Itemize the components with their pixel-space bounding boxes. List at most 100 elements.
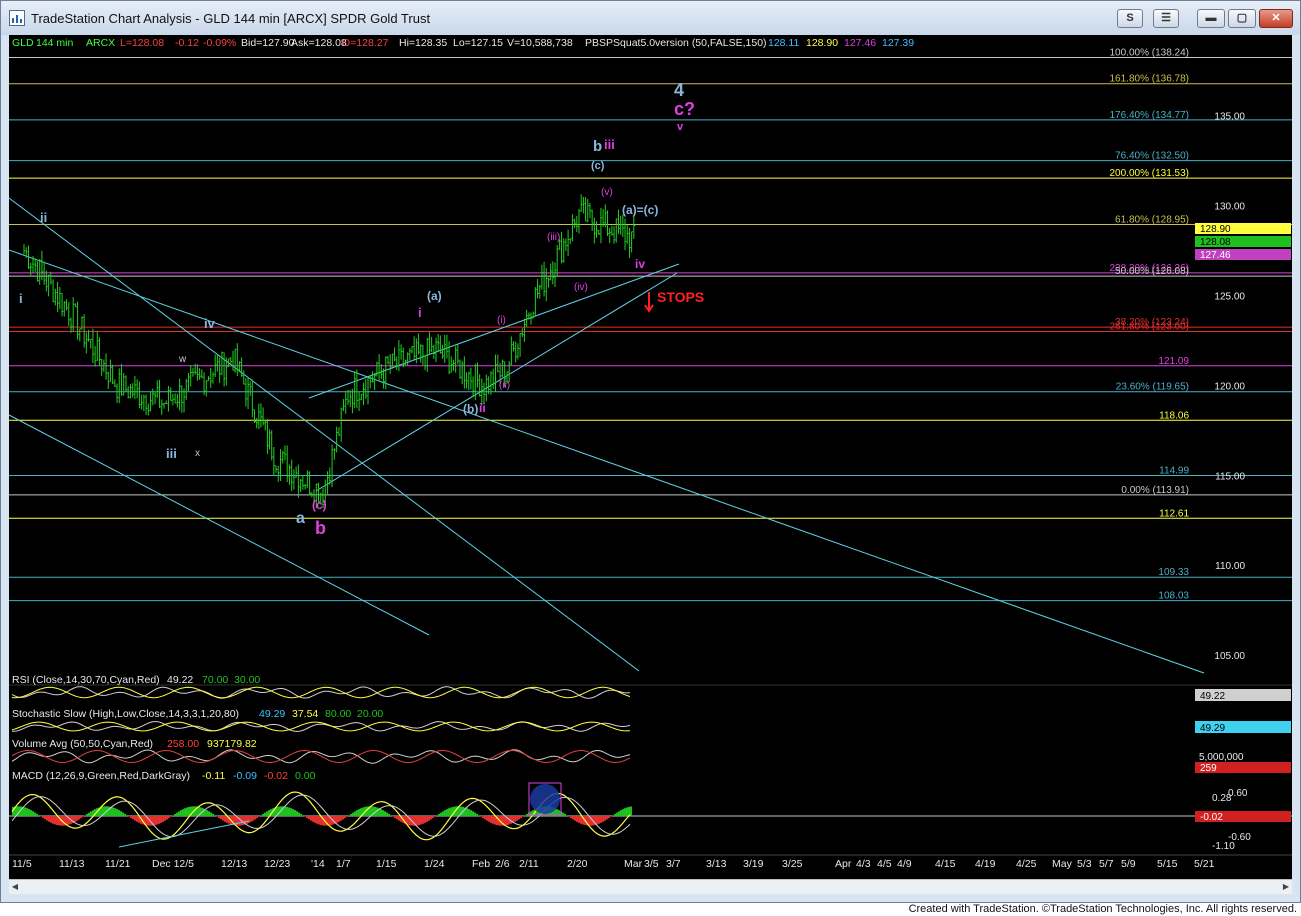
- date-label: 4/15: [935, 858, 956, 870]
- maximize-button[interactable]: ▢: [1228, 9, 1256, 28]
- date-label: 3/5: [644, 858, 659, 870]
- quote-change: -0.12: [175, 37, 199, 49]
- fib-line-label: 176.40% (134.77): [1109, 110, 1189, 121]
- macd-histogram-bar: [300, 813, 302, 816]
- date-label: 3/13: [706, 858, 727, 870]
- quote-change-pct: -0.09%: [203, 37, 236, 49]
- macd-histogram-bar: [162, 816, 164, 822]
- macd-histogram-bar: [258, 816, 260, 817]
- wave-label-x: x: [195, 448, 200, 459]
- fib-line-label: 112.61: [1159, 508, 1189, 519]
- price-axis-label: 120.00: [1214, 381, 1245, 392]
- macd-histogram-bar: [442, 811, 444, 816]
- macd-histogram-bar: [428, 816, 430, 821]
- macd-histogram-bar: [478, 815, 480, 816]
- macd-histogram-bar: [430, 816, 432, 820]
- macd-histogram-bar: [612, 815, 614, 816]
- date-label: 5/9: [1121, 858, 1136, 870]
- macd-histogram-bar: [436, 815, 438, 816]
- macd-histogram-bar: [574, 816, 576, 821]
- scroll-left-icon[interactable]: ◀: [9, 881, 21, 892]
- macd-histogram-bar: [618, 811, 620, 816]
- macd-histogram-bar: [606, 816, 608, 820]
- quote-last: L=128.08: [120, 37, 164, 49]
- fib-line-label: 161.80% (136.78): [1109, 74, 1189, 85]
- macd-histogram-bar: [246, 816, 248, 824]
- macd-histogram-bar: [524, 815, 526, 816]
- macd-histogram-bar: [622, 809, 624, 816]
- macd-histogram-bar: [474, 812, 476, 816]
- macd-histogram-bar: [292, 809, 294, 816]
- fib-line-label: 50.00% (126.08): [1115, 266, 1189, 277]
- stoch-low: 20.00: [357, 708, 383, 720]
- macd-histogram-bar: [242, 816, 244, 826]
- price-axis-label: 105.00: [1214, 651, 1245, 662]
- macd-histogram-bar: [90, 811, 92, 816]
- macd-histogram-bar: [134, 816, 136, 821]
- macd-histogram-bar: [394, 816, 396, 819]
- macd-histogram-bar: [350, 813, 352, 816]
- macd-histogram-bar: [130, 816, 132, 818]
- stoch-label: Stochastic Slow (High,Low,Close,14,3,3,1…: [12, 708, 239, 720]
- macd-histogram-bar: [260, 815, 262, 816]
- macd-value-1: -0.11: [202, 770, 225, 782]
- macd-histogram-bar: [216, 816, 218, 817]
- macd-histogram-bar: [578, 816, 580, 823]
- macd-histogram-bar: [566, 815, 568, 816]
- macd-histogram-bar: [338, 816, 340, 822]
- macd-histogram-bar: [168, 816, 170, 819]
- symbol-link-button[interactable]: S: [1117, 9, 1143, 28]
- macd-value-2: -0.09: [233, 770, 257, 782]
- macd-histogram-bar: [262, 814, 264, 816]
- wave-label-b: b: [593, 138, 602, 155]
- fib-line-label: 200.00% (131.53): [1109, 168, 1189, 179]
- macd-histogram-bar: [254, 816, 256, 820]
- date-label: 1/15: [376, 858, 397, 870]
- macd-histogram-bar: [480, 816, 482, 817]
- horizontal-scrollbar[interactable]: ◀ ▶: [9, 879, 1292, 894]
- macd-histogram-bar: [250, 816, 252, 822]
- scroll-right-icon[interactable]: ▶: [1280, 881, 1292, 892]
- price-chart-svg[interactable]: GLD 144 min ARCX L=128.08 -0.12 -0.09% B…: [8, 35, 1292, 879]
- stoch-value-2: 37.54: [292, 708, 318, 720]
- fib-line-label: 118.06: [1159, 410, 1189, 421]
- macd-histogram-bar: [352, 812, 354, 816]
- macd-axis-028: 0.28: [1212, 793, 1232, 804]
- macd-histogram-bar: [200, 807, 202, 816]
- macd-histogram-bar: [310, 816, 312, 821]
- macd-histogram-bar: [56, 816, 58, 826]
- macd-histogram-bar: [132, 816, 134, 820]
- volume-value-2: 937179.82: [207, 738, 257, 750]
- wave-label-a-paren: (a): [427, 289, 442, 303]
- date-label: 11/13: [59, 858, 85, 870]
- macd-histogram-bar: [82, 816, 84, 817]
- macd-histogram-bar: [520, 816, 522, 819]
- wave-label-c-paren: (c): [591, 160, 605, 172]
- close-button[interactable]: ✕: [1259, 9, 1293, 28]
- macd-histogram-bar: [44, 816, 46, 820]
- macd-histogram-bar: [278, 806, 280, 816]
- macd-histogram-bar: [212, 813, 214, 816]
- macd-histogram-bar: [340, 816, 342, 821]
- date-label: 2/6: [495, 858, 510, 870]
- macd-histogram-bar: [312, 816, 314, 822]
- macd-histogram-bar: [526, 813, 528, 816]
- date-label: Mar: [624, 858, 643, 870]
- tools-menu-button[interactable]: ☰: [1153, 9, 1179, 28]
- quote-indicator: PBSPSquat5.0version (50,FALSE,150): [585, 37, 767, 49]
- wave-label-v: v: [677, 121, 684, 133]
- quote-high: Hi=128.35: [399, 37, 447, 49]
- macd-histogram-bar: [514, 816, 516, 822]
- macd-histogram-bar: [358, 809, 360, 816]
- macd-histogram-bar: [308, 816, 310, 820]
- quote-symbol: GLD: [12, 37, 34, 49]
- macd-histogram-bar: [120, 811, 122, 816]
- macd-histogram-bar: [516, 816, 518, 821]
- macd-histogram-bar: [624, 808, 626, 816]
- minimize-button[interactable]: ▬: [1197, 9, 1225, 28]
- price-axis-label: 130.00: [1214, 202, 1245, 213]
- wave-label-c-magenta: (c): [312, 498, 327, 512]
- chart-area[interactable]: GLD 144 min ARCX L=128.08 -0.12 -0.09% B…: [8, 35, 1292, 879]
- macd-histogram-bar: [488, 816, 490, 822]
- macd-histogram-bar: [494, 816, 496, 825]
